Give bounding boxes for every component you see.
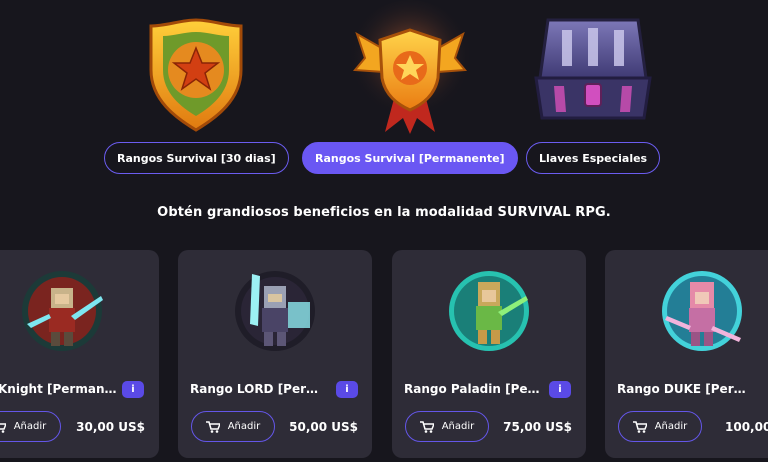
product-price: 50,00 US$ xyxy=(289,420,358,434)
category-button-30-dias[interactable]: Rangos Survival [30 dias] xyxy=(104,142,289,174)
product-card-lord: Rango LORD [Permanent... i Añadir 50,00 … xyxy=(178,250,372,458)
product-price: 75,00 US$ xyxy=(503,420,572,434)
add-to-cart-button[interactable]: Añadir xyxy=(405,411,489,442)
product-card-knight: go Knight [Permanen... i Añadir 30,00 US… xyxy=(0,250,159,458)
category-button-llaves[interactable]: Llaves Especiales xyxy=(526,142,661,174)
paladin-avatar-icon xyxy=(449,271,529,351)
add-button-label: Añadir xyxy=(227,421,261,432)
add-button-label: Añadir xyxy=(441,421,475,432)
knight-avatar-icon xyxy=(22,271,103,351)
treasure-chest-icon xyxy=(534,18,652,120)
product-card-paladin: Rango Paladin [Permane... i Añadir 75,00… xyxy=(392,250,586,458)
info-button[interactable]: i xyxy=(122,381,144,398)
category-button-permanente[interactable]: Rangos Survival [Permanente] xyxy=(302,142,518,174)
product-name: Rango Paladin [Permane... xyxy=(404,382,544,396)
page-subtitle: Obtén grandiosos beneficios en la modali… xyxy=(157,205,611,220)
lord-avatar-icon xyxy=(235,271,315,351)
add-to-cart-button[interactable]: Añadir xyxy=(191,411,275,442)
add-to-cart-button[interactable]: Añadir xyxy=(0,411,61,442)
add-button-label: Añadir xyxy=(654,421,688,432)
cart-icon xyxy=(632,420,647,433)
category-survival-permanente[interactable]: Rangos Survival [Permanente] xyxy=(302,0,518,174)
category-survival-30-dias[interactable]: Rangos Survival [30 dias] xyxy=(104,0,289,174)
cart-icon xyxy=(419,420,434,433)
product-name: go Knight [Permanen... xyxy=(0,382,117,396)
product-name: Rango LORD [Permanent... xyxy=(190,382,330,396)
info-button[interactable]: i xyxy=(549,381,571,398)
info-button[interactable]: i xyxy=(336,381,358,398)
add-button-label: Añadir xyxy=(13,421,47,432)
add-to-cart-button[interactable]: Añadir xyxy=(618,411,702,442)
category-llaves-especiales[interactable]: Llaves Especiales xyxy=(526,0,661,174)
product-card-duke: Rango DUKE [Permanent... Añadir 100,00 U… xyxy=(605,250,768,458)
product-name: Rango DUKE [Permanent... xyxy=(617,382,757,396)
product-price: 30,00 US$ xyxy=(76,420,145,434)
shield-star-icon xyxy=(149,18,243,132)
winged-shield-icon xyxy=(347,0,472,134)
duke-avatar-icon xyxy=(662,271,742,351)
product-price: 100,00 US$ xyxy=(725,420,768,434)
cart-icon xyxy=(0,422,6,433)
cart-icon xyxy=(205,420,220,433)
